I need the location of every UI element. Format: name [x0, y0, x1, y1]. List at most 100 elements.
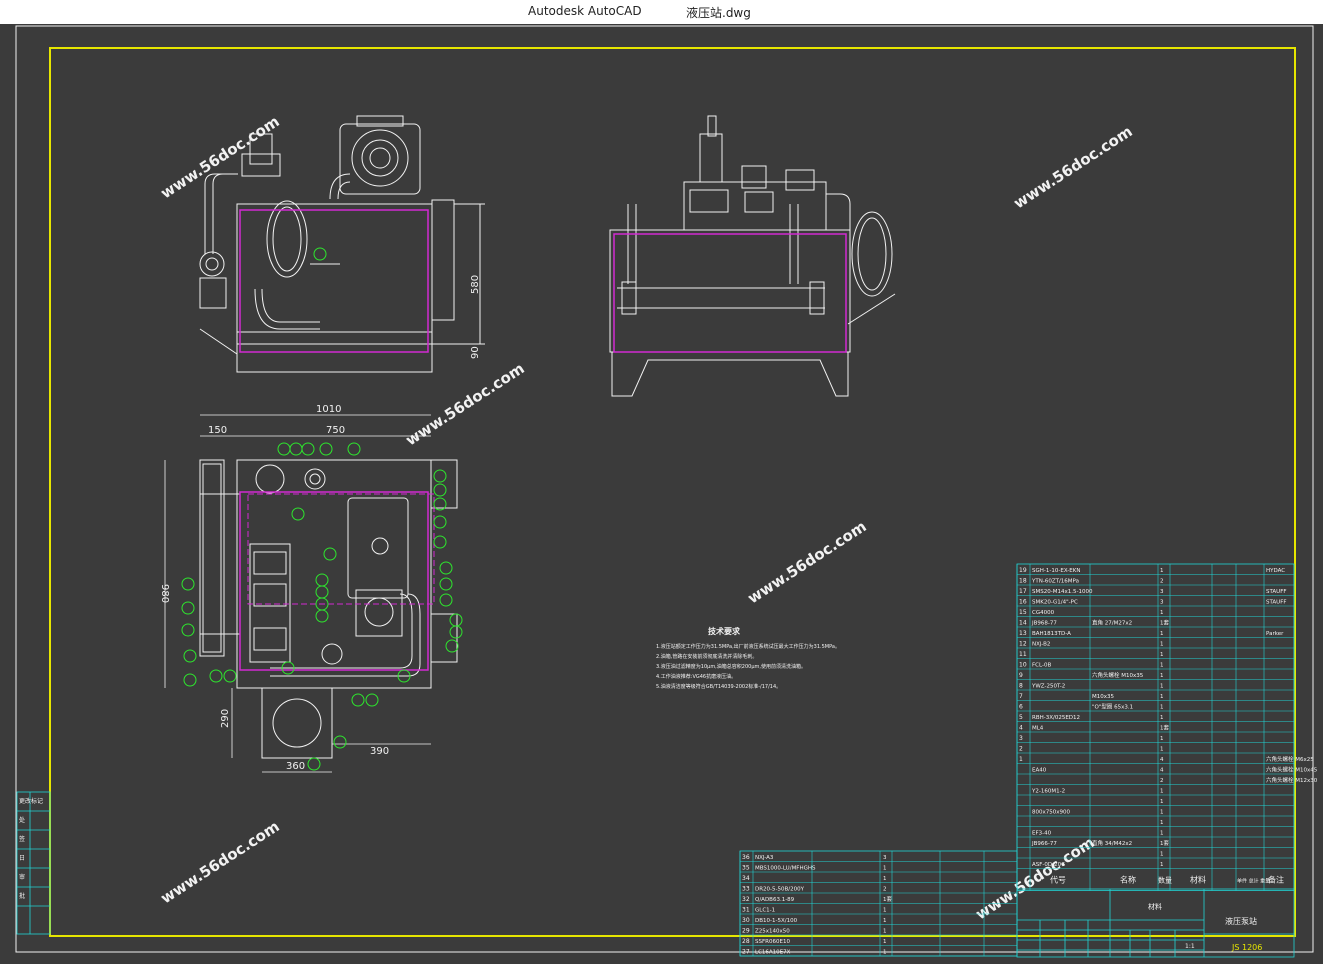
bom-right-name: M10x35 [1092, 694, 1114, 700]
bom-right-code: EF3-40 [1032, 831, 1052, 837]
bom-right-no: 12 [1019, 641, 1027, 648]
bom-left-code: Q/ADB63.1-89 [755, 897, 795, 903]
bom-right-code: SMS20-M14x1.5-1000 [1032, 589, 1093, 595]
bom-right-qty: 3 [1160, 600, 1164, 606]
bom-left-qty: 1 [883, 908, 887, 914]
bom-right-code: JB966-77 [1031, 841, 1057, 847]
bom-right-code: EA40 [1032, 768, 1047, 774]
watermark-1: www.56doc.com [157, 112, 282, 202]
bom-right-no: 5 [1019, 714, 1023, 721]
bom-left-qty: 1套 [883, 895, 892, 903]
watermark-3: www.56doc.com [402, 359, 527, 449]
app-title: Autodesk AutoCAD [528, 4, 642, 18]
bom-right-name: 六角头螺栓 M10x35 [1092, 671, 1144, 679]
notes-line-4: 4.工作油液推荐:VG46抗磨液压油。 [656, 673, 736, 680]
notes-line-2: 2.油箱,管路在安装前须彻底清洗并清除毛刺。 [656, 653, 757, 660]
bom-left-code: SSFR060E10 [755, 939, 790, 945]
bom-left-no: 34 [742, 875, 750, 882]
bom-right-no: 18 [1019, 578, 1027, 585]
bom-right-no: 1 [1019, 756, 1023, 763]
bom-right-qty: 4 [1160, 757, 1164, 763]
bom-left-no: 28 [742, 938, 750, 945]
bom-right-qty: 1 [1160, 715, 1164, 721]
bom-right-qty: 1 [1160, 852, 1164, 858]
bom-right-remark: HYDAC [1266, 568, 1285, 574]
bom-right-no: 2 [1019, 746, 1023, 753]
bom-right-qty: 1 [1160, 684, 1164, 690]
bom-right-header-name: 名称 [1120, 875, 1136, 885]
bom-right-code: RBH-3X/025ED12 [1032, 715, 1080, 721]
drawing-name: 液压泵站 [1225, 916, 1257, 926]
bom-right-qty: 1 [1160, 736, 1164, 742]
bom-right-no: 6 [1019, 704, 1023, 711]
revision-label-4: 日 [19, 855, 25, 862]
bom-right-name: 直角 27/M27x2 [1092, 619, 1132, 627]
bom-right-qty: 1 [1160, 610, 1164, 616]
drawing-scale: 1:1 [1185, 943, 1195, 950]
bom-right-code: ML4 [1032, 726, 1044, 732]
bom-left-qty: 1 [883, 939, 887, 945]
bom-right-remark: STAUFF [1266, 589, 1287, 595]
bom-right-frame [1016, 563, 1295, 891]
bom-right-qty: 1 [1160, 568, 1164, 574]
bom-right-qty: 1套 [1160, 619, 1169, 627]
bom-table-right[interactable]: 19 SGH-1-10-EX-EKN 1 HYDAC18 YTN-60ZT/16MPa 2… [1016, 563, 1318, 891]
bom-left-code: DB10-1-5X/100 [755, 918, 798, 924]
bom-right-qty: 1 [1160, 831, 1164, 837]
notes-line-5: 5.油液清洁度等级符合GB/T14039-2002标准-/17/14。 [656, 683, 781, 690]
bom-right-qty: 1 [1160, 642, 1164, 648]
bom-right-qty: 1 [1160, 673, 1164, 679]
bom-right-header-qty: 数量 [1158, 876, 1172, 885]
bom-right-remark: Parker [1266, 631, 1284, 637]
bom-left-qty: 1 [883, 918, 887, 924]
dim-90: 90 [470, 346, 481, 359]
bom-right-qty: 2 [1160, 579, 1164, 585]
bom-right-remark: 六角头螺栓 M6x25 [1266, 755, 1314, 763]
dim-360: 360 [286, 761, 305, 772]
bom-right-qty: 3 [1160, 589, 1164, 595]
bom-left-code: Z25x140x50 [755, 929, 790, 935]
dim-1010: 1010 [316, 404, 341, 415]
bom-right-no: 10 [1019, 662, 1027, 669]
dim-290: 290 [220, 709, 231, 728]
bom-right-code: NXJ-B2 [1032, 642, 1050, 648]
bom-left-no: 29 [742, 928, 750, 935]
watermark-4: www.56doc.com [744, 517, 869, 607]
bom-right-remark: 六角头螺栓 M10x45 [1266, 766, 1318, 774]
bom-left-code: DR20-5-50B/200Y [755, 887, 805, 893]
dim-750: 750 [326, 425, 345, 436]
dim-580: 580 [470, 275, 481, 294]
bom-right-qty: 1套 [1160, 839, 1169, 847]
technical-notes: 技术要求 1.液压站额定工作压力为31.5MPa,出厂前液压系统试压最大工作压力… [656, 626, 840, 690]
side-view[interactable] [609, 115, 896, 397]
bom-right-qty: 2 [1160, 778, 1164, 784]
bom-right-qty: 1 [1160, 705, 1164, 711]
bom-right-code: SMK20-G1/4"-PC [1032, 600, 1078, 606]
drawing-canvas[interactable]: 更改标记 处 签 日 审 批 580 90 1010 150 750 980 2… [0, 24, 1323, 960]
bom-left-code: LC16A10E7X [755, 950, 791, 956]
bom-right-code: CG4000 [1032, 610, 1055, 616]
bom-right-no: 16 [1019, 599, 1027, 606]
bom-right-qty: 1套 [1160, 724, 1169, 732]
bom-left-qty: 3 [883, 855, 887, 861]
bom-right-code: FCL-0B [1032, 663, 1051, 669]
bom-left-code: GLC1-1 [755, 908, 775, 914]
bom-left-qty: 1 [883, 950, 887, 956]
bom-left-no: 30 [742, 917, 750, 924]
front-view-tank-outline [239, 209, 429, 353]
bom-right-qty: 1 [1160, 631, 1164, 637]
bom-right-no: 9 [1019, 672, 1023, 679]
material-label: 材料 [1148, 902, 1162, 911]
bom-left-no: 36 [742, 854, 750, 861]
bom-left-code: NXJ-A3 [755, 855, 774, 861]
bom-right-code: Y2-160M1-2 [1031, 789, 1065, 795]
bom-left-code: MBS1000-LU/MFHGHS [755, 866, 816, 872]
bom-right-no: 3 [1019, 735, 1023, 742]
bom-table-left[interactable]: 36 NXJ-A3 3 35 MBS1000-LU/MFHGHS 1 34 1 33 DR20-5… [739, 850, 1018, 957]
watermark-2: www.56doc.com [1010, 122, 1135, 212]
front-view[interactable] [199, 115, 485, 373]
cad-drawing[interactable]: 更改标记 处 签 日 审 批 580 90 1010 150 750 980 2… [0, 24, 1323, 960]
bom-right-qty: 1 [1160, 799, 1164, 805]
top-view[interactable] [199, 459, 458, 759]
bom-right-no: 4 [1019, 725, 1023, 732]
